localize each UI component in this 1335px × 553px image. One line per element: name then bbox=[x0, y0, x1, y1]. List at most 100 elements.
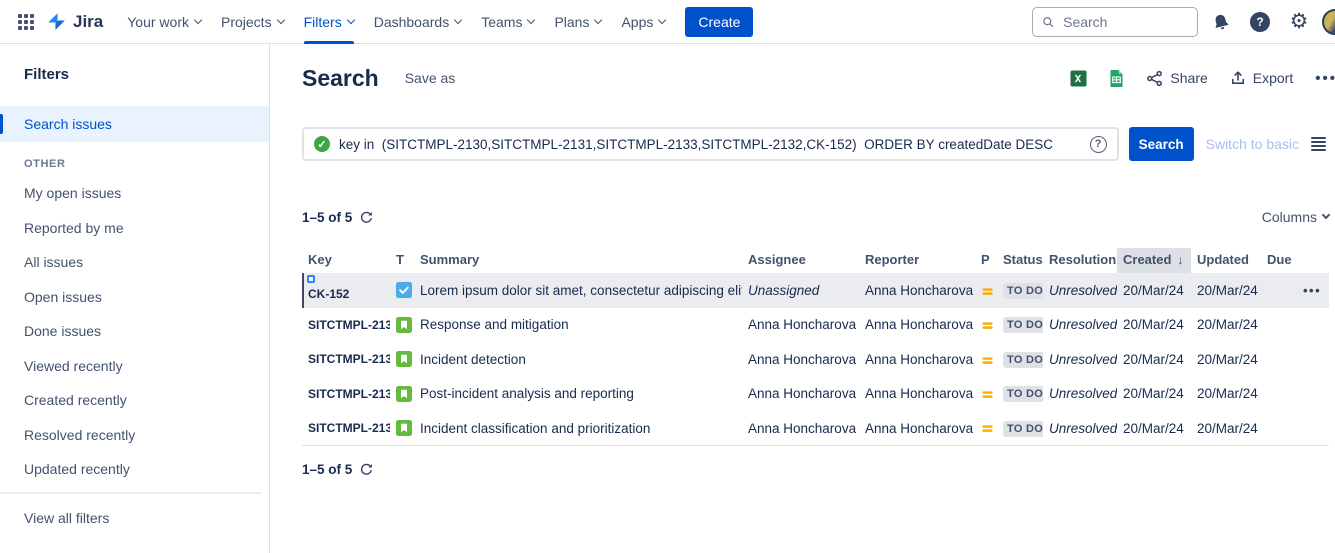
column-header-summary[interactable]: Summary bbox=[414, 248, 742, 273]
resolution: Unresolved bbox=[1049, 317, 1117, 332]
save-as-button[interactable]: Save as bbox=[405, 70, 456, 86]
jql-input[interactable]: ✓ key in (SITCTMPL-2130,SITCTMPL-2131,SI… bbox=[302, 127, 1119, 161]
detail-view-toggle-icon[interactable] bbox=[1311, 137, 1329, 151]
more-actions-button[interactable]: ••• bbox=[1315, 70, 1335, 87]
chevron-down-icon bbox=[1322, 211, 1330, 219]
grid-icon bbox=[18, 14, 34, 30]
status-badge: TO DO bbox=[1003, 352, 1043, 368]
column-header-label: Due bbox=[1267, 252, 1292, 267]
row-checkbox[interactable] bbox=[307, 275, 315, 283]
updated-date: 20/Mar/24 bbox=[1191, 273, 1261, 308]
help-button[interactable]: ? bbox=[1244, 6, 1276, 38]
jira-home-link[interactable]: Jira bbox=[46, 11, 103, 32]
due-date bbox=[1261, 308, 1297, 343]
assignee: Anna Honcharova bbox=[748, 421, 856, 436]
nav-item-dashboards[interactable]: Dashboards bbox=[364, 0, 472, 44]
global-search[interactable] bbox=[1032, 7, 1198, 37]
nav-item-apps[interactable]: Apps bbox=[611, 0, 675, 44]
sidebar-item-updated-recently[interactable]: Updated recently bbox=[0, 452, 269, 487]
spreadsheet-icon bbox=[1109, 70, 1124, 87]
issue-key-link[interactable]: CK-152 bbox=[308, 287, 349, 301]
create-button[interactable]: Create bbox=[685, 7, 753, 37]
column-header-due[interactable]: Due bbox=[1261, 248, 1297, 273]
column-header-reporter[interactable]: Reporter bbox=[859, 248, 975, 273]
share-icon bbox=[1146, 70, 1163, 87]
global-search-input[interactable] bbox=[1061, 13, 1188, 31]
nav-item-your-work[interactable]: Your work bbox=[117, 0, 211, 44]
sidebar-item-open-issues[interactable]: Open issues bbox=[0, 280, 269, 315]
table-row[interactable]: SITCTMPL-2130 Incident classification and… bbox=[302, 411, 1329, 446]
priority-medium-icon bbox=[981, 285, 994, 298]
resolution: Unresolved bbox=[1049, 386, 1117, 401]
status-badge: TO DO bbox=[1003, 421, 1043, 437]
issue-summary-link[interactable]: Lorem ipsum dolor sit amet, consectetur … bbox=[420, 283, 742, 298]
reporter: Anna Honcharova bbox=[865, 352, 973, 367]
issue-summary-link[interactable]: Incident detection bbox=[420, 352, 526, 367]
nav-item-filters[interactable]: Filters bbox=[294, 0, 364, 44]
issue-key-link[interactable]: SITCTMPL-2131 bbox=[308, 387, 390, 401]
sidebar-item-resolved-recently[interactable]: Resolved recently bbox=[0, 418, 269, 453]
column-header-created[interactable]: Created↓ bbox=[1117, 248, 1191, 273]
jql-search-button[interactable]: Search bbox=[1129, 127, 1194, 161]
help-icon: ? bbox=[1250, 12, 1270, 32]
refresh-button-bottom[interactable] bbox=[360, 463, 373, 476]
sidebar-item-viewed-recently[interactable]: Viewed recently bbox=[0, 349, 269, 384]
issue-key-link[interactable]: SITCTMPL-2130 bbox=[308, 421, 390, 435]
column-header-p[interactable]: P bbox=[975, 248, 997, 273]
refresh-button[interactable] bbox=[360, 211, 373, 224]
columns-label: Columns bbox=[1262, 209, 1317, 225]
export-button[interactable]: Export bbox=[1230, 70, 1293, 86]
user-avatar[interactable] bbox=[1322, 9, 1335, 35]
row-actions-button[interactable]: ••• bbox=[1303, 283, 1321, 298]
updated-date: 20/Mar/24 bbox=[1191, 308, 1261, 343]
nav-item-plans[interactable]: Plans bbox=[544, 0, 611, 44]
table-row[interactable]: SITCTMPL-2133Response and mitigationAnna… bbox=[302, 308, 1329, 343]
notifications-button[interactable] bbox=[1205, 6, 1237, 38]
nav-item-teams[interactable]: Teams bbox=[471, 0, 544, 44]
switch-to-basic-link[interactable]: Switch to basic bbox=[1206, 136, 1299, 152]
table-row[interactable]: CK-152 Lorem ipsum dolor sit amet, consec… bbox=[302, 273, 1329, 308]
due-date bbox=[1261, 342, 1297, 377]
issue-key-link[interactable]: SITCTMPL-2132 bbox=[308, 352, 390, 366]
settings-button[interactable]: ⚙ bbox=[1283, 6, 1315, 38]
column-header-label: Resolution bbox=[1049, 252, 1116, 267]
sidebar-item-search-issues[interactable]: Search issues bbox=[0, 106, 269, 142]
sidebar-item-created-recently[interactable]: Created recently bbox=[0, 383, 269, 418]
chevron-down-icon bbox=[594, 16, 602, 24]
sidebar-item-done-issues[interactable]: Done issues bbox=[0, 314, 269, 349]
columns-dropdown[interactable]: Columns bbox=[1262, 209, 1329, 225]
column-header-key[interactable]: Key bbox=[302, 248, 390, 273]
column-header-t[interactable]: T bbox=[390, 248, 414, 273]
table-row[interactable]: SITCTMPL-2131 Post-incident analysis and … bbox=[302, 377, 1329, 412]
sidebar-item-reported-by-me[interactable]: Reported by me bbox=[0, 211, 269, 246]
sidebar-item-view-all-filters[interactable]: View all filters bbox=[0, 501, 269, 536]
story-icon bbox=[396, 317, 412, 333]
column-header-resolution[interactable]: Resolution bbox=[1043, 248, 1117, 273]
column-header-updated[interactable]: Updated bbox=[1191, 248, 1261, 273]
issue-summary-link[interactable]: Post-incident analysis and reporting bbox=[420, 386, 634, 401]
due-date bbox=[1261, 273, 1297, 308]
sidebar-item-all-issues[interactable]: All issues bbox=[0, 245, 269, 280]
sidebar-item-my-open-issues[interactable]: My open issues bbox=[0, 176, 269, 211]
bell-icon bbox=[1210, 11, 1232, 33]
jql-help-icon[interactable]: ? bbox=[1090, 136, 1107, 153]
topbar-right: ? ⚙ bbox=[1032, 6, 1335, 38]
assignee: Anna Honcharova bbox=[748, 352, 856, 367]
nav-item-projects[interactable]: Projects bbox=[211, 0, 294, 44]
export-excel-button[interactable] bbox=[1070, 70, 1087, 87]
app-switcher-icon[interactable] bbox=[10, 6, 42, 38]
table-row[interactable]: SITCTMPL-2132 Incident detection Anna Honc… bbox=[302, 342, 1329, 377]
issue-summary-link[interactable]: Response and mitigation bbox=[420, 317, 569, 332]
issue-summary-link[interactable]: Incident classification and prioritizati… bbox=[420, 421, 650, 436]
column-header-status[interactable]: Status bbox=[997, 248, 1043, 273]
export-sheets-button[interactable] bbox=[1109, 70, 1124, 87]
share-label: Share bbox=[1170, 70, 1207, 86]
sidebar-divider bbox=[0, 492, 261, 494]
pagination-top-label: 1–5 of 5 bbox=[302, 210, 352, 225]
column-header-label: Created bbox=[1123, 252, 1171, 267]
pagination-bottom: 1–5 of 5 bbox=[302, 462, 373, 477]
issue-key-link[interactable]: SITCTMPL-2133 bbox=[308, 318, 390, 332]
column-header-assignee[interactable]: Assignee bbox=[742, 248, 859, 273]
share-button[interactable]: Share bbox=[1146, 70, 1207, 87]
column-header-label: T bbox=[396, 252, 404, 267]
